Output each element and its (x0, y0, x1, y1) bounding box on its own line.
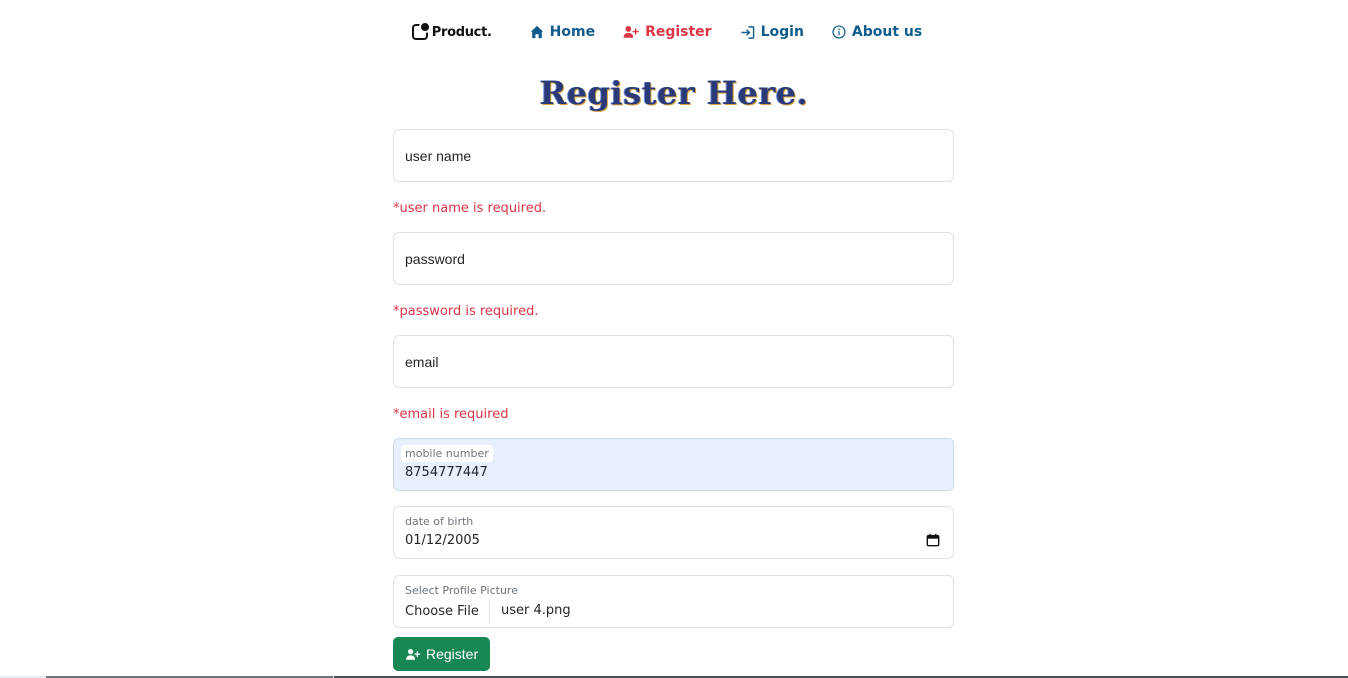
email-field (393, 335, 954, 388)
mobile-number-label: mobile number (401, 445, 493, 462)
user-plus-icon (406, 648, 421, 660)
page-title: Register Here. (539, 74, 809, 112)
password-field (393, 232, 954, 285)
login-icon (741, 25, 754, 39)
brand[interactable]: Product. (411, 21, 492, 40)
password-input[interactable] (394, 233, 953, 284)
date-of-birth-input[interactable]: date of birth 01/12/2005 (393, 506, 954, 559)
nav-register-label: Register (645, 24, 712, 40)
nav-about[interactable]: About us (832, 24, 922, 40)
username-input[interactable] (394, 130, 953, 181)
brand-name: Product. (431, 24, 492, 40)
password-error: *password is required. (393, 304, 539, 319)
nav-home[interactable]: Home (530, 24, 595, 40)
user-plus-icon (623, 26, 639, 38)
register-button-label: Register (426, 646, 479, 662)
register-form: *user name is required. *password is req… (393, 129, 954, 671)
mobile-number-value: 8754777447 (405, 465, 488, 480)
profile-picture-label: Select Profile Picture (405, 584, 518, 597)
username-field (393, 129, 954, 182)
email-error: *email is required (393, 407, 509, 422)
date-of-birth-value: 01/12/2005 (405, 533, 480, 548)
selected-file-name: user 4.png (501, 603, 571, 618)
nav-about-label: About us (851, 24, 923, 40)
nav-login[interactable]: Login (740, 24, 804, 40)
nav-register[interactable]: Register (623, 24, 712, 40)
profile-picture-field: Select Profile Picture Choose File user … (393, 575, 954, 628)
nav-home-label: Home (549, 24, 596, 40)
mobile-number-input[interactable]: mobile number 8754777447 (393, 438, 954, 491)
email-input[interactable] (394, 336, 953, 387)
home-icon (530, 25, 543, 39)
brand-logo-icon (411, 21, 431, 40)
nav-login-label: Login (760, 24, 804, 40)
info-icon (832, 25, 846, 39)
date-of-birth-label: date of birth (405, 515, 474, 528)
username-error: *user name is required. (393, 201, 547, 216)
choose-file-button[interactable]: Choose File (395, 598, 490, 624)
navbar: Product. Home Register Login About us (0, 18, 1348, 46)
register-button[interactable]: Register (393, 637, 491, 671)
calendar-icon[interactable] (926, 533, 940, 547)
